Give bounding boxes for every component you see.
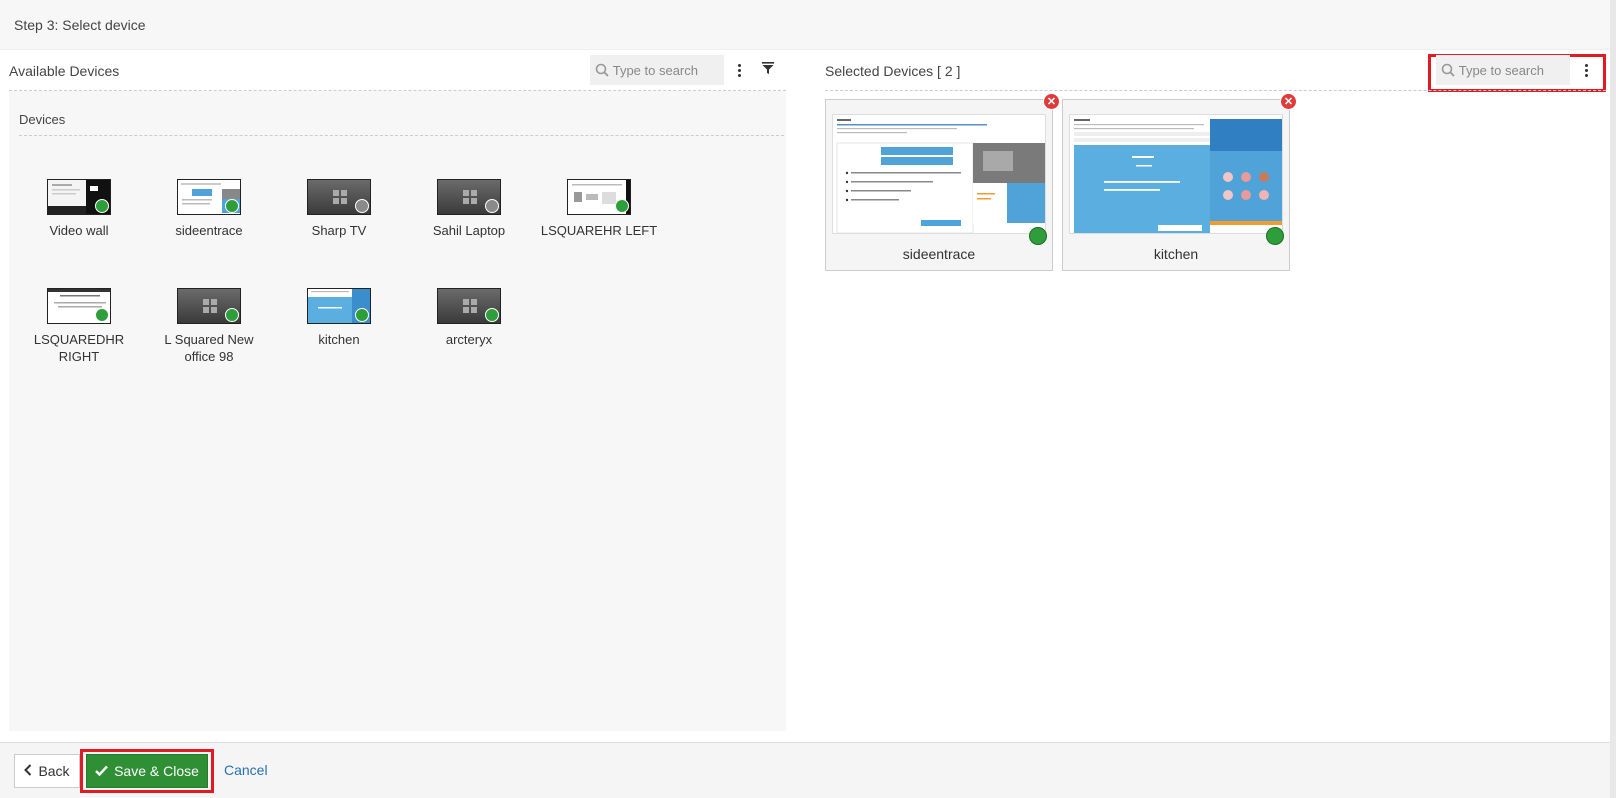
device-name: Video wall [49, 223, 109, 238]
selected-search-input[interactable] [1458, 62, 1569, 78]
available-devices-panel: Devices Video wall sideentrace Sharp TV … [9, 91, 786, 731]
device-tile-l-squared-new-office-98[interactable]: L Squared New office 98 [149, 288, 269, 365]
footer-bar: Back Save & Close Cancel [0, 742, 1610, 798]
selected-device-name: sideentrace [902, 246, 976, 262]
device-name: LSQUAREHR LEFT [540, 223, 658, 238]
selected-device-name: kitchen [1153, 246, 1199, 262]
filter-icon[interactable] [760, 60, 778, 78]
device-name: Sharp TV [311, 223, 367, 238]
search-icon [1437, 63, 1459, 77]
cancel-link[interactable]: Cancel [224, 762, 268, 778]
selected-device-card[interactable]: ✕ sideentrace [825, 93, 1060, 271]
search-icon [591, 63, 613, 77]
chevron-left-icon [24, 763, 32, 779]
device-preview [1069, 114, 1283, 234]
status-online-icon [1029, 227, 1047, 245]
status-online-icon [95, 199, 109, 213]
step-title: Step 3: Select device [14, 17, 146, 33]
save-button-label: Save & Close [114, 763, 199, 779]
device-tile-kitchen[interactable]: kitchen [279, 288, 399, 348]
available-more-menu-icon[interactable] [726, 55, 752, 85]
status-online-icon [225, 199, 239, 213]
status-online-icon [615, 199, 629, 213]
device-name: LSQUAREDHR RIGHT [33, 332, 125, 364]
back-button-label: Back [38, 763, 70, 779]
checkmark-icon [95, 763, 108, 779]
available-search-input[interactable] [612, 62, 723, 78]
device-preview [832, 114, 1046, 234]
devices-section-divider [19, 135, 784, 136]
device-tile-sharp-tv[interactable]: Sharp TV [279, 179, 399, 239]
device-tile-video-wall[interactable]: Video wall [19, 179, 139, 239]
selected-divider [825, 90, 1606, 91]
status-offline-icon [355, 199, 369, 213]
remove-device-icon[interactable]: ✕ [1280, 93, 1297, 110]
device-name: sideentrace [175, 223, 243, 238]
step-header: Step 3: Select device [0, 0, 1616, 50]
device-tile-lsquarehr-left[interactable]: LSQUAREHR LEFT [539, 179, 659, 239]
selected-device-card[interactable]: ✕ kitchen [1062, 93, 1297, 271]
back-button[interactable]: Back [14, 754, 80, 788]
device-tile-sideentrace[interactable]: sideentrace [149, 179, 269, 239]
device-tile-sahil-laptop[interactable]: Sahil Laptop [409, 179, 529, 239]
status-online-icon [355, 308, 369, 322]
device-name: Sahil Laptop [432, 223, 506, 238]
selected-search-box[interactable] [1436, 55, 1570, 85]
available-devices-title: Available Devices [9, 63, 120, 79]
status-online-icon [95, 308, 109, 322]
device-tile-arcteryx[interactable]: arcteryx [409, 288, 529, 348]
devices-section-label: Devices [19, 112, 66, 127]
status-online-icon [1266, 227, 1284, 245]
device-tile-lsquaredhr-right[interactable]: LSQUAREDHR RIGHT [19, 288, 139, 365]
available-search-box[interactable] [590, 55, 724, 85]
device-name: L Squared New office 98 [164, 332, 254, 364]
status-online-icon [225, 308, 239, 322]
status-offline-icon [485, 199, 499, 213]
page-edge [1610, 0, 1616, 798]
selected-devices-title: Selected Devices [ 2 ] [825, 63, 961, 79]
remove-device-icon[interactable]: ✕ [1043, 93, 1060, 110]
selected-more-menu-icon[interactable] [1573, 55, 1599, 85]
save-and-close-button[interactable]: Save & Close [86, 754, 208, 788]
device-name: arcteryx [445, 332, 493, 347]
status-online-icon [485, 308, 499, 322]
device-name: kitchen [318, 332, 360, 347]
